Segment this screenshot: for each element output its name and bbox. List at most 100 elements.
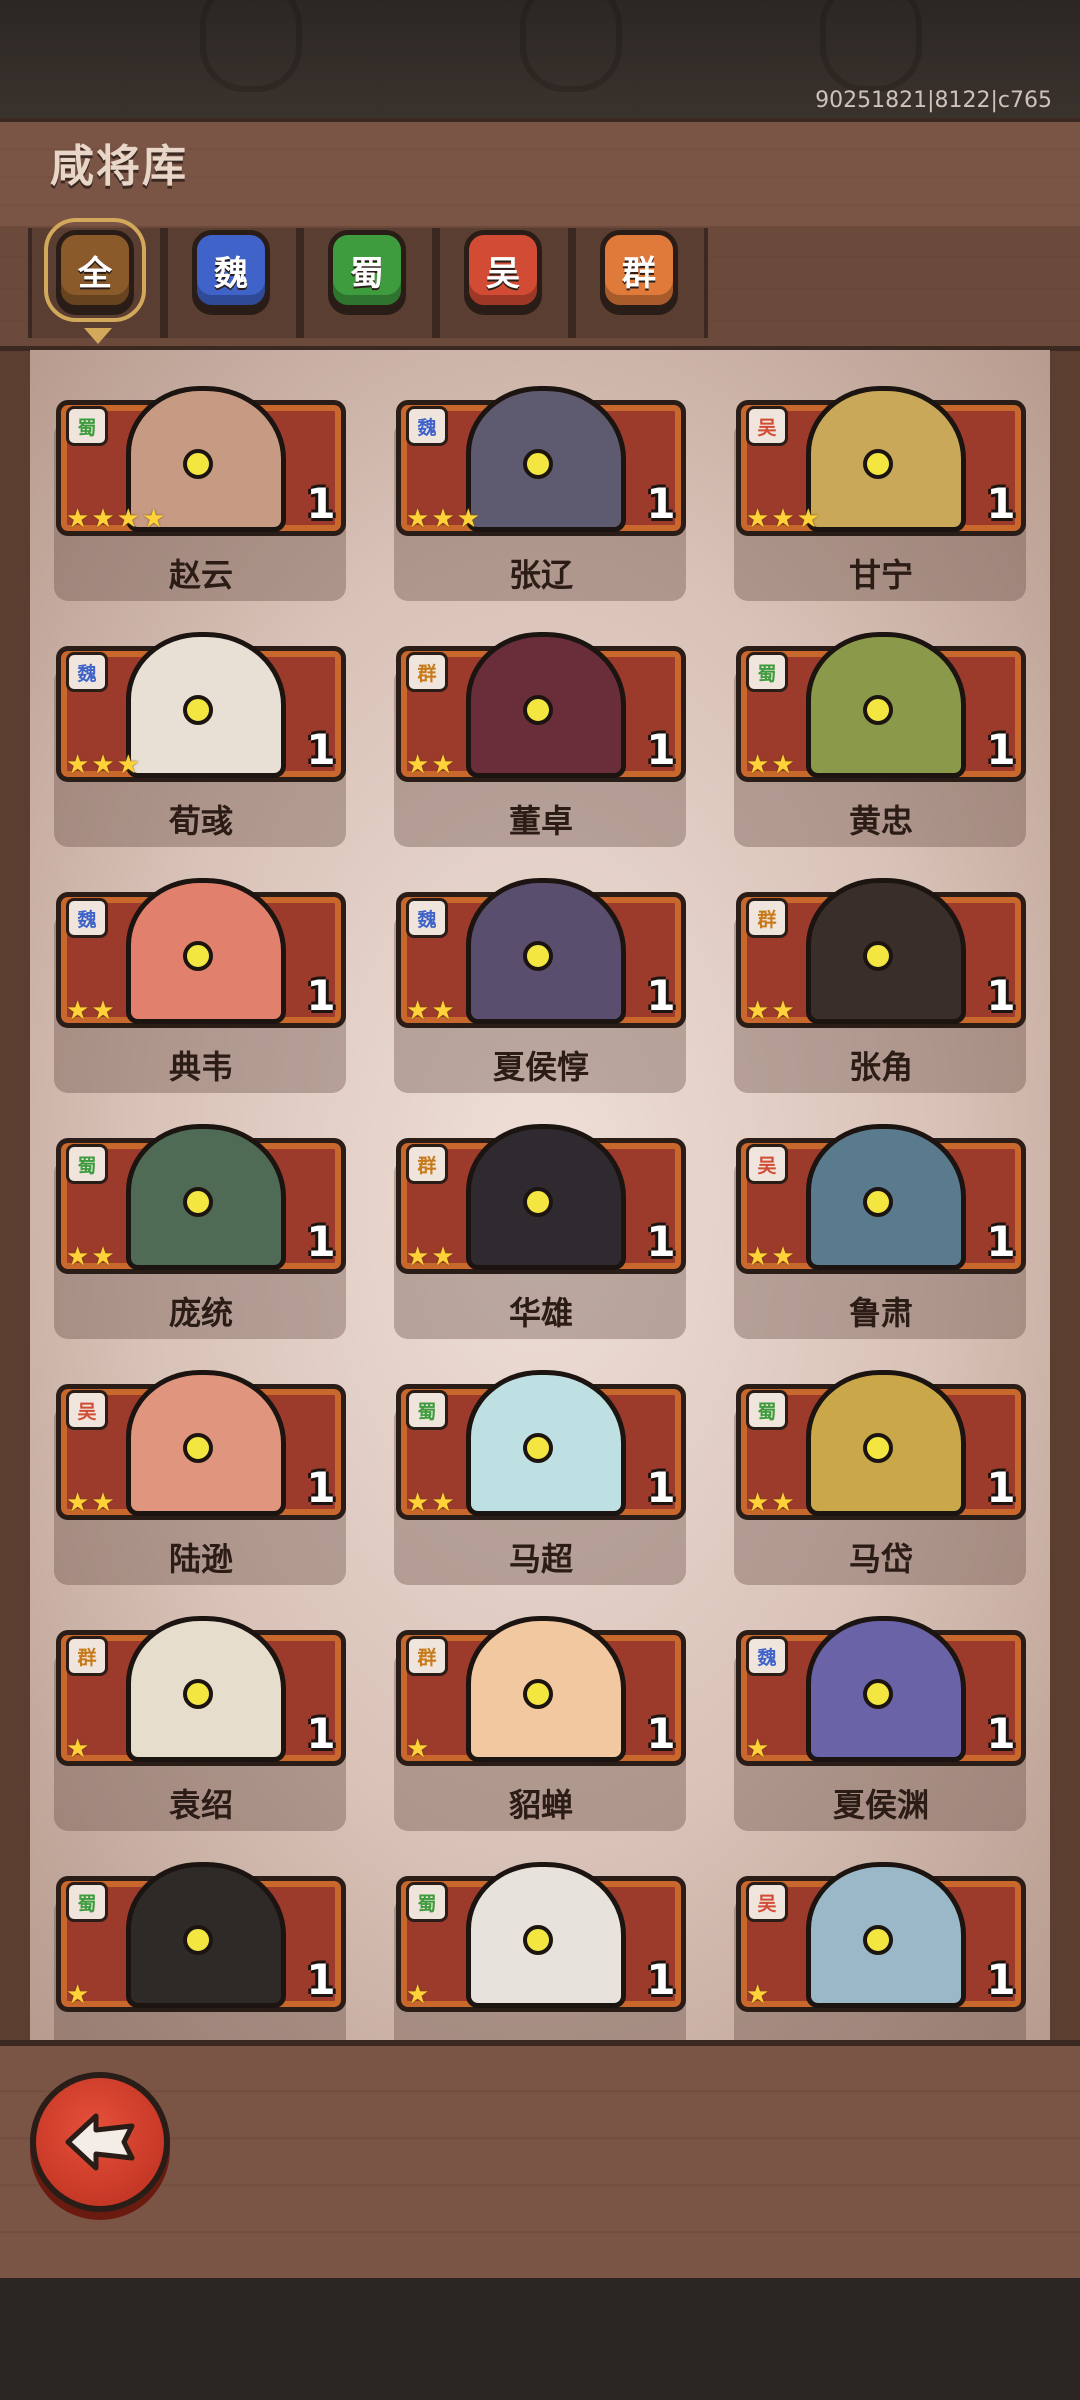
hero-name: 董卓 [508, 802, 573, 840]
hero-card[interactable]: 蜀 1 ★ ★ 马岱 [734, 1370, 1026, 1586]
eye-icon [863, 1433, 893, 1463]
faction-badge: 蜀 [746, 1390, 788, 1430]
star-icon: ★ [771, 996, 795, 1026]
hero-card[interactable]: 吴 1 ★ ★ ★ 甘宁 [734, 386, 1026, 602]
faction-badge: 魏 [406, 898, 448, 938]
bottom-nav-area [0, 2278, 1080, 2400]
star-icon: ★ [746, 504, 770, 534]
hero-card[interactable]: 魏 1 ★ 夏侯渊 [734, 1616, 1026, 1832]
faction-badge: 蜀 [406, 1390, 448, 1430]
hero-name: 貂蝉 [508, 1786, 573, 1824]
hero-portrait [806, 1862, 966, 2008]
star-icon: ★ [66, 504, 90, 534]
hero-portrait [126, 878, 286, 1024]
star-rating: ★ [66, 1982, 89, 2008]
faction-badge: 群 [406, 1144, 448, 1184]
hero-card[interactable]: 群 1 ★ ★ 张角 [734, 878, 1026, 1094]
decor-ring [200, 0, 302, 92]
star-icon: ★ [406, 996, 430, 1026]
star-icon: ★ [406, 1980, 430, 2010]
hero-level: 1 [306, 1463, 336, 1512]
hero-name: 马超 [508, 1540, 573, 1578]
faction-badge: 蜀 [406, 1882, 448, 1922]
faction-badge: 蜀 [66, 1144, 108, 1184]
hero-level: 1 [986, 479, 1016, 528]
hero-portrait [466, 386, 626, 532]
hero-card[interactable]: 吴 1 ★ [734, 1862, 1026, 2040]
star-rating: ★ ★ [746, 998, 795, 1024]
hero-name: 夏侯渊 [832, 1786, 929, 1824]
star-icon: ★ [91, 1242, 115, 1272]
star-rating: ★ ★ ★ [746, 506, 820, 532]
hero-portrait [466, 1124, 626, 1270]
hero-card[interactable]: 蜀 1 ★ [54, 1862, 346, 2040]
star-icon: ★ [91, 1488, 115, 1518]
hero-name: 赵云 [168, 556, 233, 594]
star-icon: ★ [456, 504, 480, 534]
star-rating: ★ ★ [406, 1490, 455, 1516]
star-icon: ★ [771, 1488, 795, 1518]
hero-card[interactable]: 蜀 1 ★ ★ 马超 [394, 1370, 686, 1586]
hero-name: 张辽 [508, 556, 573, 594]
faction-badge: 魏 [66, 652, 108, 692]
faction-badge: 吴 [746, 1882, 788, 1922]
back-button[interactable] [30, 2072, 170, 2212]
faction-badge: 蜀 [746, 652, 788, 692]
star-icon: ★ [746, 1488, 770, 1518]
tab-2[interactable]: 蜀 [328, 230, 406, 310]
hero-card[interactable]: 群 1 ★ ★ 华雄 [394, 1124, 686, 1340]
eye-icon [863, 449, 893, 479]
star-icon: ★ [746, 1242, 770, 1272]
star-rating: ★ [406, 1736, 429, 1762]
hero-portrait [806, 878, 966, 1024]
page-title: 咸将库 [50, 141, 188, 192]
star-rating: ★ ★ [746, 752, 795, 778]
hero-card[interactable]: 蜀 1 ★ [394, 1862, 686, 2040]
hero-name: 鲁肃 [848, 1294, 913, 1332]
faction-badge: 群 [66, 1636, 108, 1676]
hero-card[interactable]: 群 1 ★ ★ 董卓 [394, 632, 686, 848]
star-icon: ★ [431, 1242, 455, 1272]
faction-badge: 群 [746, 898, 788, 938]
star-icon: ★ [746, 996, 770, 1026]
tab-1[interactable]: 魏 [192, 230, 270, 310]
star-icon: ★ [771, 750, 795, 780]
hero-card[interactable]: 吴 1 ★ ★ 鲁肃 [734, 1124, 1026, 1340]
hero-card[interactable]: 魏 1 ★ ★ ★ 荀彧 [54, 632, 346, 848]
faction-badge: 魏 [746, 1636, 788, 1676]
hero-portrait [466, 1616, 626, 1762]
hero-card[interactable]: 蜀 1 ★ ★ ★ ★ 赵云 [54, 386, 346, 602]
faction-badge: 蜀 [66, 406, 108, 446]
faction-badge: 魏 [406, 406, 448, 446]
hero-grid[interactable]: 蜀 1 ★ ★ ★ ★ 赵云魏 1 ★ ★ ★ 张辽吴 1 ★ ★ ★ 甘宁魏 1 ★ ★ ★ 荀彧群 1 ★ ★ 董卓蜀 1 ★ ★ 黄… [30, 350, 1050, 2040]
star-icon: ★ [796, 504, 820, 534]
hero-level: 1 [646, 971, 676, 1020]
star-rating: ★ ★ ★ ★ [66, 506, 165, 532]
faction-badge: 蜀 [66, 1882, 108, 1922]
star-rating: ★ [406, 1982, 429, 2008]
hero-portrait [806, 386, 966, 532]
hero-card[interactable]: 魏 1 ★ ★ 典韦 [54, 878, 346, 1094]
star-icon: ★ [66, 1980, 90, 2010]
star-icon: ★ [66, 1488, 90, 1518]
eye-icon [183, 695, 213, 725]
hero-portrait [806, 632, 966, 778]
star-icon: ★ [431, 996, 455, 1026]
hero-card[interactable]: 蜀 1 ★ ★ 庞统 [54, 1124, 346, 1340]
hero-card[interactable]: 蜀 1 ★ ★ 黄忠 [734, 632, 1026, 848]
hero-card[interactable]: 吴 1 ★ ★ 陆逊 [54, 1370, 346, 1586]
tab-4[interactable]: 群 [600, 230, 678, 310]
tab-0[interactable]: 全 [44, 218, 146, 322]
hero-card[interactable]: 群 1 ★ 袁绍 [54, 1616, 346, 1832]
star-icon: ★ [91, 996, 115, 1026]
hero-card[interactable]: 群 1 ★ 貂蝉 [394, 1616, 686, 1832]
hero-card[interactable]: 魏 1 ★ ★ 夏侯惇 [394, 878, 686, 1094]
star-icon: ★ [66, 750, 90, 780]
eye-icon [523, 1433, 553, 1463]
active-tab-pointer-icon [84, 328, 112, 344]
hero-portrait [806, 1370, 966, 1516]
hero-portrait [466, 1370, 626, 1516]
star-icon: ★ [746, 1980, 770, 2010]
tab-3[interactable]: 吴 [464, 230, 542, 310]
hero-card[interactable]: 魏 1 ★ ★ ★ 张辽 [394, 386, 686, 602]
